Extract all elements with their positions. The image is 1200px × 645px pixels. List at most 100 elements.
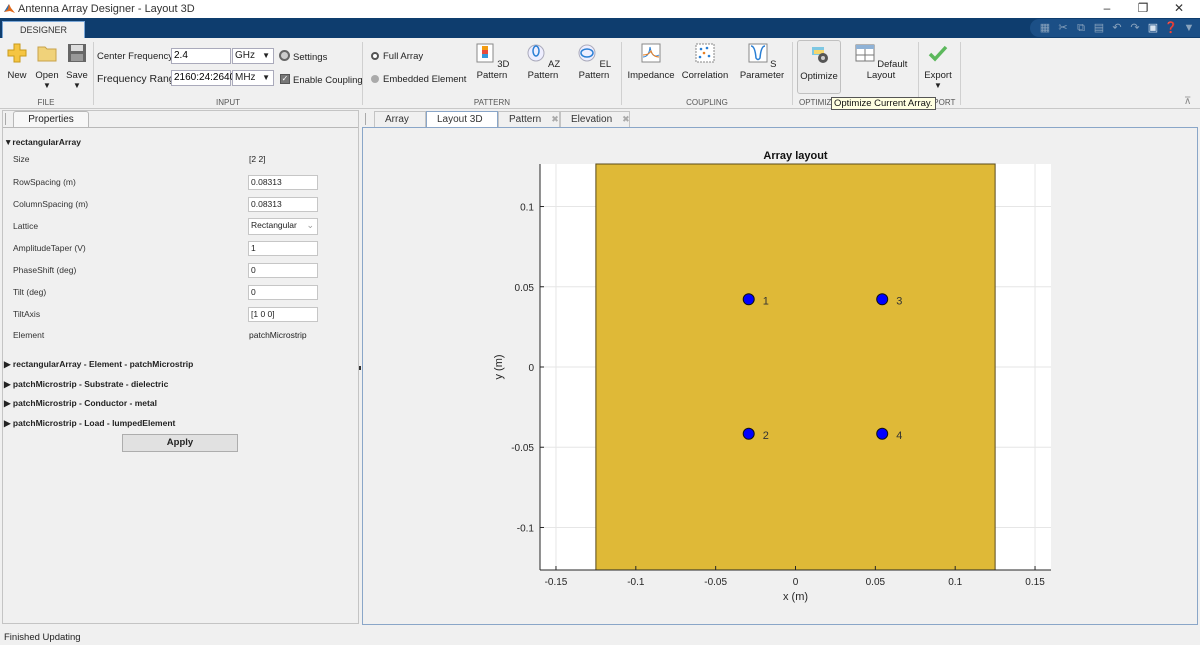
paste-icon[interactable]: ▤ <box>1091 21 1107 35</box>
el-pattern-button[interactable]: EL Pattern <box>571 43 617 81</box>
tab-label: Layout 3D <box>437 114 483 125</box>
tab-array[interactable]: Array <box>374 111 426 127</box>
row-spacing-input[interactable]: 0.08313 <box>248 175 318 190</box>
column-spacing-input[interactable]: 0.08313 <box>248 197 318 212</box>
redo-icon[interactable]: ↷ <box>1127 21 1143 35</box>
property-label: Size <box>13 154 30 164</box>
section-element[interactable]: ▶ rectangularArray - Element - patchMicr… <box>4 359 193 370</box>
restore-button[interactable]: ❐ <box>1128 0 1158 18</box>
array-element-point <box>742 427 755 440</box>
chevron-down-icon: ▼ <box>262 51 270 60</box>
x-tick-label: -0.1 <box>627 577 645 588</box>
correlation-label: Correlation <box>681 70 729 81</box>
phase-shift-input[interactable]: 0 <box>248 263 318 278</box>
panel-grip[interactable] <box>365 113 366 125</box>
amplitude-taper-input[interactable]: 1 <box>248 241 318 256</box>
window-title: Antenna Array Designer - Layout 3D <box>18 3 195 15</box>
property-label: RowSpacing (m) <box>13 177 76 187</box>
section-label-file: FILE <box>37 98 55 107</box>
correlation-icon <box>695 43 715 63</box>
save-label: Save <box>66 70 88 81</box>
section-label-input: INPUT <box>216 98 240 107</box>
center-frequency-input[interactable]: 2.4 <box>171 48 231 64</box>
optimize-icon <box>812 47 828 63</box>
section-label-pattern: PATTERN <box>473 98 511 107</box>
embedded-element-radio[interactable] <box>371 75 379 83</box>
lattice-select[interactable]: Rectangular ⌄ <box>248 218 318 235</box>
center-frequency-label: Center Frequency <box>97 51 174 62</box>
tab-pattern[interactable]: Pattern ✖ <box>498 111 560 127</box>
optimize-button[interactable]: Optimize <box>797 40 841 94</box>
undo-icon[interactable]: ↶ <box>1109 21 1125 35</box>
array-layout-plot[interactable]: -0.15 -0.1 -0.05 0 0.05 0.1 0.15 -0.1 -0.05 0 0.05… <box>362 127 1198 625</box>
tab-designer[interactable]: DESIGNER <box>2 21 85 39</box>
apply-button[interactable]: Apply <box>122 434 238 452</box>
gear-icon[interactable] <box>279 50 290 61</box>
chevron-down-icon: ⌄ <box>306 220 314 230</box>
folder-icon <box>37 46 57 62</box>
impedance-icon <box>641 43 661 63</box>
tab-properties[interactable]: Properties <box>13 111 89 128</box>
plus-icon <box>7 43 27 63</box>
collapse-ribbon-icon[interactable]: ⊼ <box>1184 96 1191 107</box>
save-icon[interactable]: ▦ <box>1037 21 1053 35</box>
chevron-down-icon: ▼ <box>934 81 942 90</box>
title-bar: Antenna Array Designer - Layout 3D – ❐ ✕ <box>0 0 1200 18</box>
layout-icon[interactable]: ▣ <box>1145 21 1161 35</box>
impedance-label: Impedance <box>627 70 675 81</box>
checkmark-icon <box>928 45 948 62</box>
tab-layout-3d[interactable]: Layout 3D <box>426 111 498 128</box>
tab-label: Array <box>385 114 409 125</box>
az-pattern-button[interactable]: AZ Pattern <box>520 43 566 81</box>
section-conductor[interactable]: ▶ patchMicrostrip - Conductor - metal <box>4 398 157 409</box>
x-tick-label: 0.1 <box>948 577 962 588</box>
close-button[interactable]: ✕ <box>1164 0 1194 18</box>
settings-button[interactable]: Settings <box>293 52 327 63</box>
save-button[interactable]: Save ▼ <box>64 43 90 90</box>
section-load[interactable]: ▶ patchMicrostrip - Load - lumpedElement <box>4 418 175 429</box>
minimize-button[interactable]: – <box>1092 0 1122 18</box>
s-parameter-icon <box>748 43 767 63</box>
panel-grip[interactable] <box>5 113 6 125</box>
tilt-input[interactable]: 0 <box>248 285 318 300</box>
x-tick-label: -0.15 <box>545 577 568 588</box>
help-icon[interactable]: ❓ <box>1163 21 1179 35</box>
element-value: patchMicrostrip <box>249 330 307 340</box>
open-label: Open <box>35 70 59 81</box>
export-button[interactable]: Export ▼ <box>922 43 954 90</box>
close-icon[interactable]: ✖ <box>622 114 630 124</box>
triangle-right-icon: ▶ <box>4 359 13 369</box>
section-substrate[interactable]: ▶ patchMicrostrip - Substrate - dielectr… <box>4 379 168 390</box>
3d-pattern-button[interactable]: 3D Pattern <box>468 43 516 81</box>
expand-icon[interactable]: ▼ <box>1181 21 1197 35</box>
size-value: [2 2] <box>249 154 266 164</box>
section-rectangular-array[interactable]: ▼rectangularArray <box>4 137 81 147</box>
correlation-button[interactable]: Correlation <box>680 43 730 81</box>
full-array-radio[interactable] <box>371 52 379 60</box>
center-frequency-unit-select[interactable]: GHz ▼ <box>232 48 274 64</box>
open-button[interactable]: Open ▼ <box>34 43 60 90</box>
enable-coupling-checkbox[interactable]: ✓ <box>280 74 290 84</box>
property-label: Lattice <box>13 221 39 231</box>
tab-elevation[interactable]: Elevation ✖ <box>560 111 630 127</box>
tab-label: Elevation <box>571 114 613 125</box>
x-tick-label: 0 <box>793 577 799 588</box>
frequency-range-input[interactable]: 2160:24:2640 <box>171 70 235 86</box>
default-layout-button[interactable]: Default Layout <box>847 43 915 81</box>
section-label-coupling: COUPLING <box>686 98 728 107</box>
y-tick-label: 0.1 <box>520 203 534 214</box>
chevron-down-icon: ▼ <box>43 81 51 90</box>
close-icon[interactable]: ✖ <box>551 114 559 124</box>
s-parameter-button[interactable]: S Parameter <box>734 43 790 81</box>
triangle-right-icon: ▶ <box>4 379 13 389</box>
cut-icon[interactable]: ✂ <box>1055 21 1071 35</box>
new-button[interactable]: New <box>4 43 30 81</box>
frequency-range-unit-select[interactable]: MHz ▼ <box>232 70 274 86</box>
y-tick-label: -0.05 <box>511 443 534 454</box>
tilt-axis-input[interactable]: [1 0 0] <box>248 307 318 322</box>
splitter-handle[interactable] <box>359 366 361 370</box>
impedance-button[interactable]: Impedance <box>626 43 676 81</box>
copy-icon[interactable]: ⧉ <box>1073 21 1089 35</box>
divider <box>3 127 358 128</box>
divider <box>93 42 94 105</box>
